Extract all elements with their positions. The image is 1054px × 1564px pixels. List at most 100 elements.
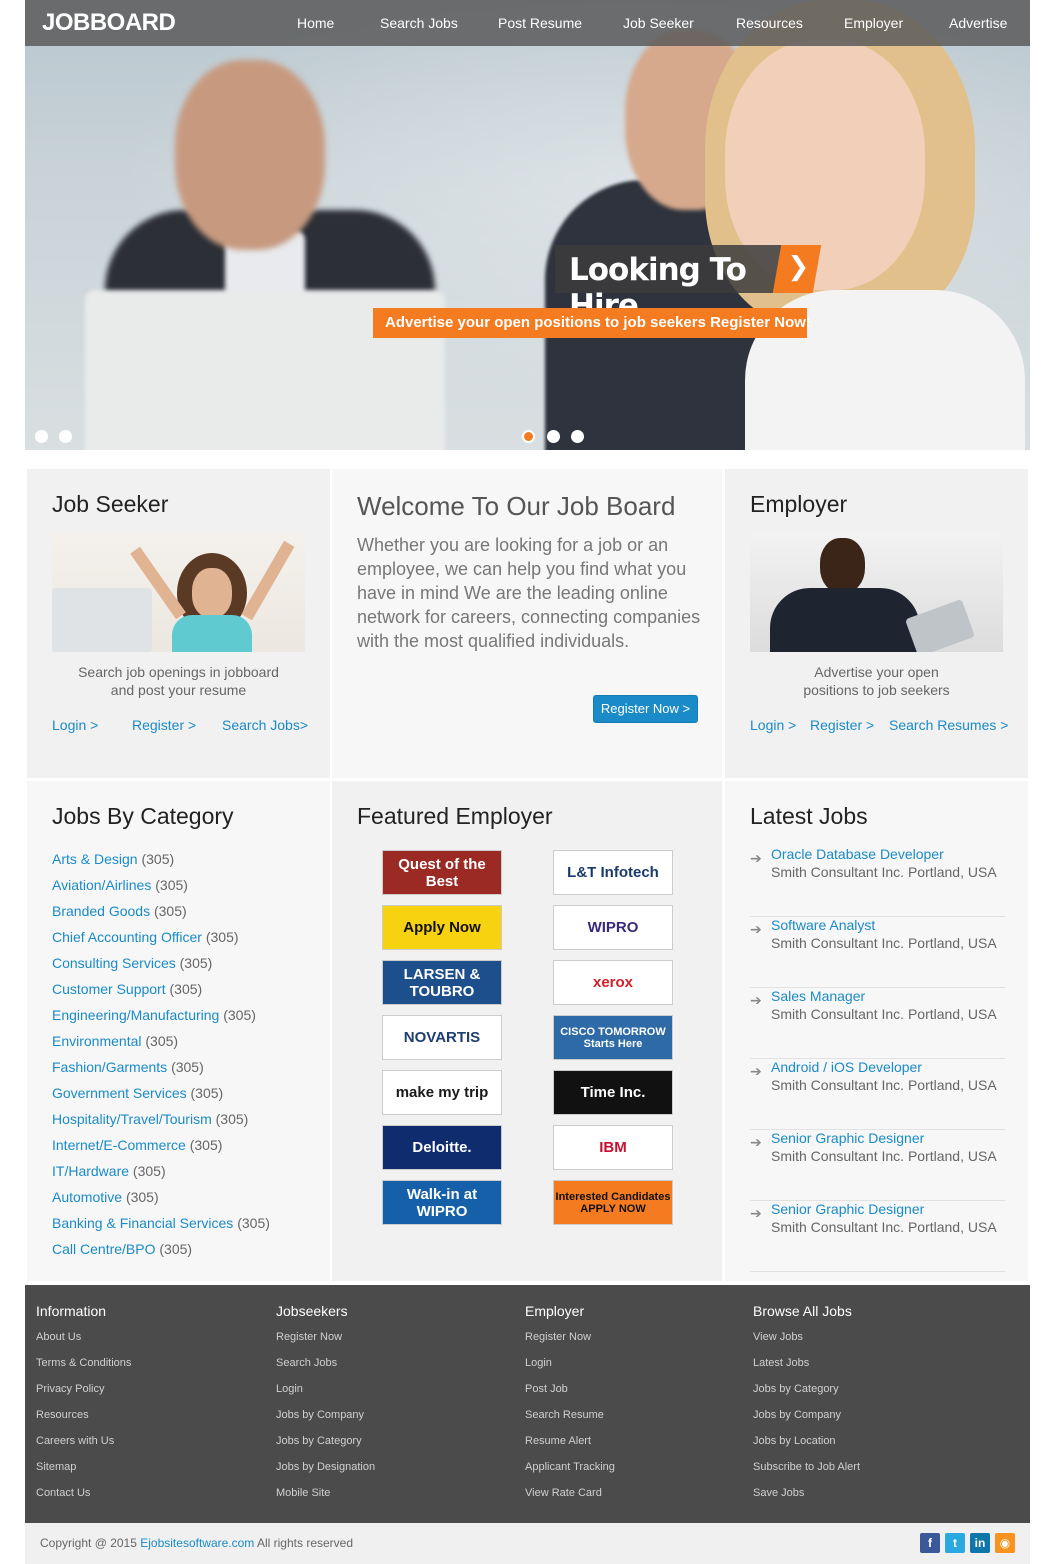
category-item[interactable]: Internet/E-Commerce (305) [52, 1137, 270, 1163]
facebook-icon[interactable]: f [920, 1533, 940, 1553]
featured-employer-logo[interactable]: LARSEN & TOUBRO [382, 960, 502, 1005]
job-list-item[interactable]: ➔ Software Analyst Smith Consultant Inc. P… [750, 917, 1005, 988]
category-name-link[interactable]: Consulting Services [52, 955, 176, 971]
category-item[interactable]: Arts & Design (305) [52, 851, 270, 877]
featured-employer-logo[interactable]: WIPRO [553, 905, 673, 950]
employer-login-link[interactable]: Login > [750, 717, 796, 733]
category-item[interactable]: Consulting Services (305) [52, 955, 270, 981]
footer-link[interactable]: Save Jobs [753, 1485, 860, 1511]
hero-next-arrow-icon[interactable]: ❯ [772, 245, 822, 293]
copyright-site-link[interactable]: Ejobsitesoftware.com [140, 1536, 254, 1550]
category-name-link[interactable]: Automotive [52, 1189, 122, 1205]
job-seeker-register-link[interactable]: Register > [132, 717, 196, 733]
job-list-item[interactable]: ➔ Android / iOS Developer Smith Consultant… [750, 1059, 1005, 1130]
linkedin-icon[interactable]: in [970, 1533, 990, 1553]
footer-link[interactable]: Jobs by Location [753, 1433, 860, 1459]
footer-link[interactable]: Resources [36, 1407, 131, 1433]
category-name-link[interactable]: Customer Support [52, 981, 166, 997]
featured-employer-logo[interactable]: Apply Now [382, 905, 502, 950]
category-name-link[interactable]: Engineering/Manufacturing [52, 1007, 219, 1023]
footer-link[interactable]: View Rate Card [525, 1485, 615, 1511]
category-item[interactable]: Call Centre/BPO (305) [52, 1241, 270, 1267]
category-item[interactable]: Government Services (305) [52, 1085, 270, 1111]
category-item[interactable]: Banking & Financial Services (305) [52, 1215, 270, 1241]
footer-link[interactable]: Login [525, 1355, 615, 1381]
footer-link[interactable]: Register Now [276, 1329, 375, 1355]
job-title-link[interactable]: Senior Graphic Designer [771, 1130, 924, 1146]
job-list-item[interactable]: ➔ Sales Manager Smith Consultant Inc. Port… [750, 988, 1005, 1059]
featured-employer-logo[interactable]: Quest of the Best [382, 850, 502, 895]
category-item[interactable]: Engineering/Manufacturing (305) [52, 1007, 270, 1033]
featured-employer-logo[interactable]: Deloitte. [382, 1125, 502, 1170]
featured-employer-logo[interactable]: xerox [553, 960, 673, 1005]
nav-employer[interactable]: Employer [844, 15, 903, 31]
featured-employer-logo[interactable]: L&T Infotech [553, 850, 673, 895]
featured-employer-logo[interactable]: Walk-in at WIPRO [382, 1180, 502, 1225]
hero-dot[interactable] [35, 430, 48, 443]
employer-search-resumes-link[interactable]: Search Resumes > [889, 717, 1008, 733]
featured-employer-logo[interactable]: Interested Candidates APPLY NOW [553, 1180, 673, 1225]
job-title-link[interactable]: Sales Manager [771, 988, 865, 1004]
job-title-link[interactable]: Oracle Database Developer [771, 846, 944, 862]
nav-job-seeker[interactable]: Job Seeker [623, 15, 694, 31]
hero-headline[interactable]: Looking To Hire [555, 245, 783, 324]
nav-search-jobs[interactable]: Search Jobs [380, 15, 458, 31]
job-seeker-search-jobs-link[interactable]: Search Jobs> [222, 717, 308, 733]
footer-link[interactable]: Contact Us [36, 1485, 131, 1511]
featured-employer-logo[interactable]: Time Inc. [553, 1070, 673, 1115]
job-list-item[interactable]: ➔ Senior Graphic Designer Smith Consultant… [750, 1130, 1005, 1201]
footer-link[interactable]: Mobile Site [276, 1485, 375, 1511]
category-name-link[interactable]: Hospitality/Travel/Tourism [52, 1111, 212, 1127]
hero-dot[interactable] [59, 430, 72, 443]
category-name-link[interactable]: Aviation/Airlines [52, 877, 151, 893]
footer-link[interactable]: Resume Alert [525, 1433, 615, 1459]
footer-link[interactable]: Privacy Policy [36, 1381, 131, 1407]
category-item[interactable]: Fashion/Garments (305) [52, 1059, 270, 1085]
nav-resources[interactable]: Resources [736, 15, 803, 31]
hero-subtitle-link[interactable]: Advertise your open positions to job see… [373, 308, 811, 338]
category-item[interactable]: Branded Goods (305) [52, 903, 270, 929]
category-name-link[interactable]: Arts & Design [52, 851, 138, 867]
footer-link[interactable]: Sitemap [36, 1459, 131, 1485]
footer-link[interactable]: Jobs by Company [753, 1407, 860, 1433]
featured-employer-logo[interactable]: CISCO TOMORROW Starts Here [553, 1015, 673, 1060]
footer-link[interactable]: About Us [36, 1329, 131, 1355]
job-list-item[interactable]: ➔ Oracle Database Developer Smith Consulta… [750, 846, 1005, 917]
footer-link[interactable]: View Jobs [753, 1329, 860, 1355]
job-list-item[interactable]: ➔ Senior Graphic Designer Smith Consultant… [750, 1201, 1005, 1272]
nav-home[interactable]: Home [297, 15, 334, 31]
slider-dot[interactable] [571, 430, 584, 443]
footer-link[interactable]: Applicant Tracking [525, 1459, 615, 1485]
employer-register-link[interactable]: Register > [810, 717, 874, 733]
job-title-link[interactable]: Senior Graphic Designer [771, 1201, 924, 1217]
footer-link[interactable]: Login [276, 1381, 375, 1407]
slider-dot-active[interactable] [522, 430, 535, 443]
category-item[interactable]: IT/Hardware (305) [52, 1163, 270, 1189]
footer-link[interactable]: Careers with Us [36, 1433, 131, 1459]
register-now-button[interactable]: Register Now > [593, 695, 698, 723]
category-item[interactable]: Chief Accounting Officer (305) [52, 929, 270, 955]
footer-link[interactable]: Register Now [525, 1329, 615, 1355]
job-title-link[interactable]: Android / iOS Developer [771, 1059, 922, 1075]
category-name-link[interactable]: Internet/E-Commerce [52, 1137, 186, 1153]
slider-dot[interactable] [547, 430, 560, 443]
category-name-link[interactable]: Chief Accounting Officer [52, 929, 202, 945]
category-name-link[interactable]: Environmental [52, 1033, 142, 1049]
footer-link[interactable]: Jobs by Category [276, 1433, 375, 1459]
footer-link[interactable]: Latest Jobs [753, 1355, 860, 1381]
footer-link[interactable]: Subscribe to Job Alert [753, 1459, 860, 1485]
category-item[interactable]: Customer Support (305) [52, 981, 270, 1007]
rss-icon[interactable]: ◉ [995, 1533, 1015, 1553]
job-seeker-login-link[interactable]: Login > [52, 717, 98, 733]
category-name-link[interactable]: IT/Hardware [52, 1163, 129, 1179]
twitter-icon[interactable]: t [945, 1533, 965, 1553]
footer-link[interactable]: Jobs by Designation [276, 1459, 375, 1485]
category-name-link[interactable]: Branded Goods [52, 903, 150, 919]
featured-employer-logo[interactable]: make my trip [382, 1070, 502, 1115]
category-name-link[interactable]: Banking & Financial Services [52, 1215, 233, 1231]
category-item[interactable]: Automotive (305) [52, 1189, 270, 1215]
footer-link[interactable]: Jobs by Category [753, 1381, 860, 1407]
footer-link[interactable]: Search Jobs [276, 1355, 375, 1381]
footer-link[interactable]: Terms & Conditions [36, 1355, 131, 1381]
footer-link[interactable]: Post Job [525, 1381, 615, 1407]
